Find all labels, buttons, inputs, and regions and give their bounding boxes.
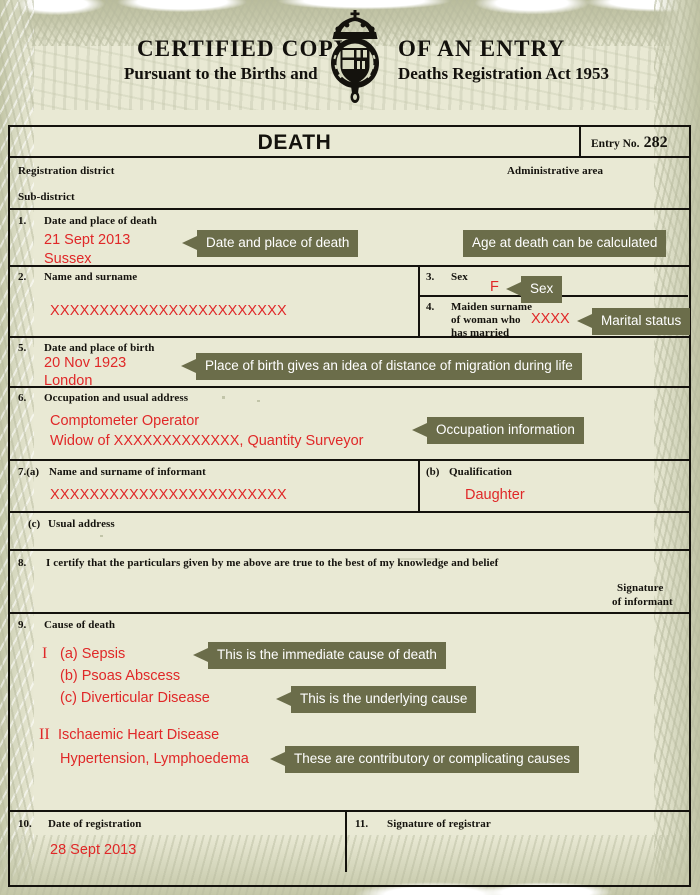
field-2-number: 2. (18, 271, 27, 283)
row-field-8: 8. I certify that the particulars given … (10, 551, 689, 614)
callout-age-at-death: Age at death can be calculated (463, 230, 667, 257)
field-2-label: Name and surname (44, 271, 138, 283)
administrative-area-label: Administrative area (507, 165, 604, 177)
field-6-value-line2: Widow of XXXXXXXXXXXXX, Quantity Surveyo… (50, 433, 364, 449)
field-6-label: Occupation and usual address (44, 392, 189, 404)
field-8-label: I certify that the particulars given by … (46, 557, 499, 569)
field-7b-label: Qualification (449, 466, 513, 478)
cause-part1-numeral: I (42, 645, 48, 662)
callout-occupation: Occupation information (427, 417, 584, 444)
masthead-line2-right: Deaths Registration Act 1953 (398, 64, 610, 83)
field-4-row: 4. Maiden surname of woman who has marri… (420, 297, 691, 339)
field-6-value-line1: Comptometer Operator (50, 413, 200, 429)
field-6-number: 6. (18, 392, 27, 404)
field-8-signature-line2: of informant (612, 596, 673, 608)
field-2-value: XXXXXXXXXXXXXXXXXXXXXXXX (50, 303, 287, 319)
field-7a-value: XXXXXXXXXXXXXXXXXXXXXXXX (50, 487, 287, 503)
field-5-label: Date and place of birth (44, 342, 155, 354)
field-7b-number: (b) (426, 466, 440, 478)
field-3-value: F (490, 279, 499, 295)
field-7a-cell: 7.(a) Name and surname of informant XXXX… (10, 461, 420, 511)
masthead-line2-left: Pursuant to the Births and (124, 64, 318, 83)
field-7a-label: Name and surname of informant (49, 466, 206, 478)
row-district: Registration district Administrative are… (10, 158, 689, 210)
field-3-label: Sex (451, 271, 468, 283)
royal-coat-of-arms-icon (331, 10, 379, 103)
row-field-2-4: 2. Name and surname XXXXXXXXXXXXXXXXXXXX… (10, 267, 691, 339)
field-3-row: 3. Sex F Sex (420, 267, 688, 303)
field-1-value-line2: Sussex (44, 251, 92, 267)
row-field-6: 6. Occupation and usual address Comptome… (10, 388, 689, 461)
field-11-cell: 11. Signature of registrar (347, 812, 688, 872)
death-title-cell: DEATH (10, 127, 581, 156)
cause-part1-a: (a) Sepsis (60, 646, 126, 662)
cause-part2-numeral: II (39, 726, 50, 743)
certificate-page: CERTIFIED COPY OF AN ENTRY Pursuant to t… (0, 0, 700, 895)
field-5-value-line1: 20 Nov 1923 (44, 355, 127, 371)
field-4-value: XXXX (531, 311, 570, 327)
row-field-10-11: 10. Date of registration 28 Sept 2013 11… (10, 812, 689, 872)
entry-number-cell: Entry No. 282 (581, 127, 688, 156)
field-10-label: Date of registration (48, 818, 142, 830)
field-4-label-line1: Maiden surname (451, 301, 533, 313)
row-field-5: 5. Date and place of birth 20 Nov 1923 L… (10, 338, 689, 389)
field-1-value-line1: 21 Sept 2013 (44, 232, 131, 248)
callout-contributory-causes: These are contributory or complicating c… (285, 746, 580, 773)
field-2-cell: 2. Name and surname XXXXXXXXXXXXXXXXXXXX… (10, 267, 420, 336)
cause-part1-b: (b) Psoas Abscess (60, 668, 181, 684)
callout-date-place-death: Date and place of death (197, 230, 359, 257)
field-11-number: 11. (355, 818, 369, 830)
field-10-number: 10. (18, 818, 32, 830)
masthead-line1-left: CERTIFIED COPY (137, 36, 352, 61)
cause-part2-line1: Ischaemic Heart Disease (58, 727, 220, 743)
field-4-label-line2: of woman who (451, 314, 521, 326)
row-field-7c: (c) Usual address (10, 513, 689, 551)
field-10-cell: 10. Date of registration 28 Sept 2013 (10, 812, 347, 872)
callout-marital-status: Marital status (592, 308, 691, 335)
row-title: DEATH Entry No. 282 (10, 127, 689, 158)
sub-district-label: Sub-district (18, 191, 75, 203)
page-title: DEATH (257, 131, 332, 154)
field-5-value-line2: London (44, 373, 93, 389)
field-11-label: Signature of registrar (387, 818, 491, 830)
field-7c-number: (c) (28, 518, 41, 530)
field-8-number: 8. (18, 557, 27, 569)
callout-underlying-cause: This is the underlying cause (291, 686, 477, 713)
field-5-number: 5. (18, 342, 27, 354)
field-10-value: 28 Sept 2013 (50, 842, 137, 858)
row-field-7ab: 7.(a) Name and surname of informant XXXX… (10, 461, 689, 513)
field-8-signature-line1: Signature (617, 582, 664, 594)
field-7c-label: Usual address (48, 518, 115, 530)
callout-immediate-cause: This is the immediate cause of death (208, 642, 446, 669)
cause-part2-line2: Hypertension, Lymphoedema (60, 751, 249, 767)
field-3-4-cell: 3. Sex F Sex 4. Maiden surname of woman … (420, 267, 691, 339)
entry-number-value: 282 (643, 134, 668, 151)
field-1-number: 1. (18, 215, 27, 227)
cause-part1-c: (c) Diverticular Disease (60, 690, 210, 706)
row-field-9: 9. Cause of death I (a) Sepsis (b) Psoas… (10, 614, 689, 812)
registration-district-label: Registration district (18, 165, 115, 177)
masthead: CERTIFIED COPY OF AN ENTRY Pursuant to t… (0, 0, 700, 120)
field-7b-cell: (b) Qualification Daughter (420, 461, 688, 511)
field-9-label: Cause of death (44, 619, 116, 631)
field-1-label: Date and place of death (44, 215, 157, 227)
field-9-number: 9. (18, 619, 27, 631)
certificate-form: DEATH Entry No. 282 Registration district… (8, 125, 691, 887)
row-field-1: 1. Date and place of death 21 Sept 2013 … (10, 210, 689, 267)
masthead-line1-right: OF AN ENTRY (398, 36, 566, 61)
field-7a-number: 7.(a) (18, 466, 40, 478)
entry-number-label: Entry No. (591, 138, 640, 150)
callout-place-of-birth: Place of birth gives an idea of distance… (196, 353, 582, 380)
field-3-number: 3. (426, 271, 435, 283)
field-7b-value: Daughter (465, 487, 525, 503)
field-4-number: 4. (426, 301, 435, 313)
